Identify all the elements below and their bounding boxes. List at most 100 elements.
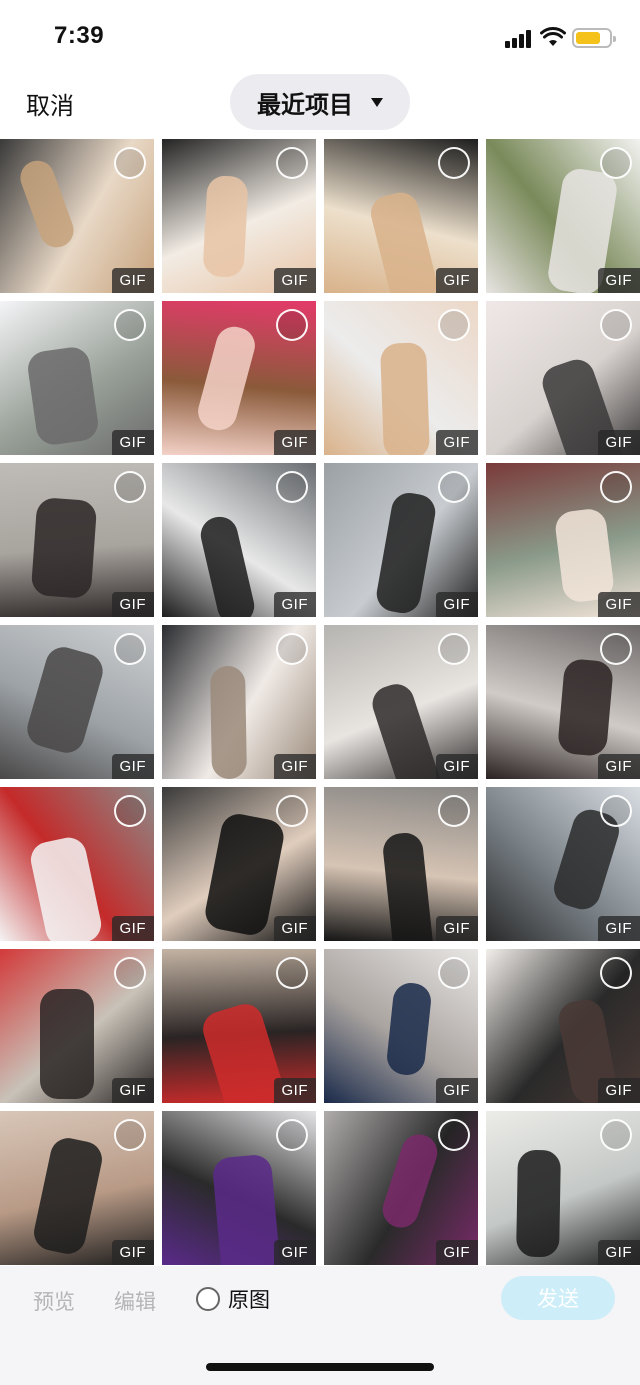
- gif-badge: GIF: [597, 1078, 640, 1103]
- photo-cell[interactable]: GIF: [0, 949, 154, 1103]
- select-circle-icon[interactable]: [276, 633, 308, 665]
- gif-badge: GIF: [273, 430, 316, 455]
- photo-cell[interactable]: GIF: [324, 787, 478, 941]
- edit-button[interactable]: 编辑: [114, 1286, 156, 1316]
- photo-cell[interactable]: GIF: [162, 1111, 316, 1265]
- select-circle-icon[interactable]: [600, 147, 632, 179]
- photo-cell[interactable]: GIF: [486, 301, 640, 455]
- gif-badge: GIF: [435, 754, 478, 779]
- select-circle-icon[interactable]: [276, 147, 308, 179]
- photo-cell[interactable]: GIF: [486, 139, 640, 293]
- select-circle-icon[interactable]: [276, 795, 308, 827]
- select-circle-icon[interactable]: [276, 471, 308, 503]
- select-circle-icon[interactable]: [600, 309, 632, 341]
- select-circle-icon[interactable]: [600, 471, 632, 503]
- photo-cell[interactable]: GIF: [324, 301, 478, 455]
- send-button[interactable]: 发送: [501, 1276, 615, 1320]
- select-circle-icon[interactable]: [114, 795, 146, 827]
- gif-badge: GIF: [435, 916, 478, 941]
- status-bar: 7:39: [0, 0, 640, 72]
- photo-cell[interactable]: GIF: [0, 139, 154, 293]
- gif-badge: GIF: [597, 1240, 640, 1265]
- select-circle-icon[interactable]: [114, 147, 146, 179]
- select-circle-icon[interactable]: [114, 957, 146, 989]
- select-circle-icon[interactable]: [438, 309, 470, 341]
- photo-cell[interactable]: GIF: [486, 949, 640, 1103]
- original-image-label: 原图: [228, 1289, 270, 1312]
- gif-badge: GIF: [597, 268, 640, 293]
- photo-cell[interactable]: GIF: [0, 1111, 154, 1265]
- album-selector[interactable]: 最近项目: [230, 74, 410, 130]
- select-circle-icon[interactable]: [114, 633, 146, 665]
- photo-cell[interactable]: GIF: [162, 463, 316, 617]
- bottom-toolbar: 预览 编辑 原图 发送: [0, 1266, 640, 1385]
- photo-cell[interactable]: GIF: [324, 463, 478, 617]
- gif-badge: GIF: [111, 1240, 154, 1265]
- photo-cell[interactable]: GIF: [0, 787, 154, 941]
- photo-cell[interactable]: GIF: [162, 787, 316, 941]
- gif-badge: GIF: [597, 592, 640, 617]
- gif-badge: GIF: [597, 430, 640, 455]
- gif-badge: GIF: [435, 268, 478, 293]
- select-circle-icon[interactable]: [600, 1119, 632, 1151]
- gif-badge: GIF: [435, 592, 478, 617]
- photo-cell[interactable]: GIF: [486, 1111, 640, 1265]
- photo-cell[interactable]: GIF: [324, 625, 478, 779]
- gif-badge: GIF: [111, 754, 154, 779]
- gif-badge: GIF: [273, 592, 316, 617]
- cancel-button[interactable]: 取消: [26, 86, 74, 121]
- gif-badge: GIF: [111, 268, 154, 293]
- gif-badge: GIF: [435, 430, 478, 455]
- photo-cell[interactable]: GIF: [162, 625, 316, 779]
- photo-cell[interactable]: GIF: [162, 139, 316, 293]
- select-circle-icon[interactable]: [114, 1119, 146, 1151]
- photo-cell[interactable]: GIF: [324, 949, 478, 1103]
- wifi-icon: [540, 27, 566, 46]
- gif-badge: GIF: [111, 430, 154, 455]
- cellular-signal-icon: [505, 30, 535, 48]
- photo-cell[interactable]: GIF: [0, 463, 154, 617]
- select-circle-icon[interactable]: [438, 957, 470, 989]
- photo-cell[interactable]: GIF: [162, 949, 316, 1103]
- gif-badge: GIF: [435, 1078, 478, 1103]
- home-indicator: [206, 1363, 434, 1371]
- select-circle-icon[interactable]: [600, 633, 632, 665]
- original-image-toggle[interactable]: 原图: [196, 1284, 270, 1314]
- album-title: 最近项目: [257, 91, 353, 119]
- select-circle-icon[interactable]: [276, 309, 308, 341]
- photo-cell[interactable]: GIF: [486, 625, 640, 779]
- select-circle-icon[interactable]: [600, 957, 632, 989]
- radio-icon[interactable]: [196, 1287, 220, 1311]
- photo-cell[interactable]: GIF: [324, 139, 478, 293]
- select-circle-icon[interactable]: [438, 633, 470, 665]
- nav-bar: 取消 最近项目: [0, 72, 640, 136]
- select-circle-icon[interactable]: [438, 1119, 470, 1151]
- photo-cell[interactable]: GIF: [486, 463, 640, 617]
- select-circle-icon[interactable]: [438, 471, 470, 503]
- select-circle-icon[interactable]: [600, 795, 632, 827]
- gif-badge: GIF: [273, 1078, 316, 1103]
- select-circle-icon[interactable]: [276, 1119, 308, 1151]
- gif-badge: GIF: [597, 754, 640, 779]
- select-circle-icon[interactable]: [114, 471, 146, 503]
- photo-cell[interactable]: GIF: [0, 301, 154, 455]
- select-circle-icon[interactable]: [438, 147, 470, 179]
- gif-badge: GIF: [111, 592, 154, 617]
- photo-grid: GIF GIF GIF GIF GIF GIF GIF GIF GIF GIF GIF GIF GIF G…: [0, 139, 640, 1265]
- caret-down-icon: [371, 97, 383, 107]
- photo-cell[interactable]: GIF: [324, 1111, 478, 1265]
- photo-cell[interactable]: GIF: [0, 625, 154, 779]
- gif-badge: GIF: [111, 916, 154, 941]
- status-time: 7:39: [54, 22, 105, 49]
- preview-button[interactable]: 预览: [33, 1286, 75, 1316]
- photo-cell[interactable]: GIF: [486, 787, 640, 941]
- gif-badge: GIF: [597, 916, 640, 941]
- gif-badge: GIF: [273, 916, 316, 941]
- battery-icon: [572, 28, 616, 48]
- select-circle-icon[interactable]: [114, 309, 146, 341]
- gif-badge: GIF: [273, 1240, 316, 1265]
- select-circle-icon[interactable]: [438, 795, 470, 827]
- gif-badge: GIF: [273, 754, 316, 779]
- select-circle-icon[interactable]: [276, 957, 308, 989]
- photo-cell[interactable]: GIF: [162, 301, 316, 455]
